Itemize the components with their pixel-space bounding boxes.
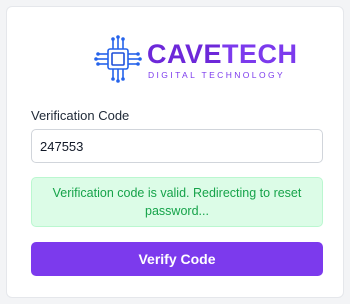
brand-name: CAVETECH xyxy=(147,39,298,69)
brand-logo: CAVETECH DIGITAL TECHNOLOGY xyxy=(93,34,297,83)
verify-code-button[interactable]: Verify Code xyxy=(31,242,323,276)
brand-tagline: DIGITAL TECHNOLOGY xyxy=(148,70,286,80)
brand-name-part2: TECH xyxy=(222,39,298,69)
brand-name-part1: CAVE xyxy=(147,39,223,69)
verification-code-label: Verification Code xyxy=(31,108,130,123)
circuit-chip-icon xyxy=(94,35,142,83)
verification-card: CAVETECH DIGITAL TECHNOLOGY Verification… xyxy=(6,6,344,298)
success-alert: Verification code is valid. Redirecting … xyxy=(31,177,323,227)
verification-code-input[interactable] xyxy=(31,129,323,163)
